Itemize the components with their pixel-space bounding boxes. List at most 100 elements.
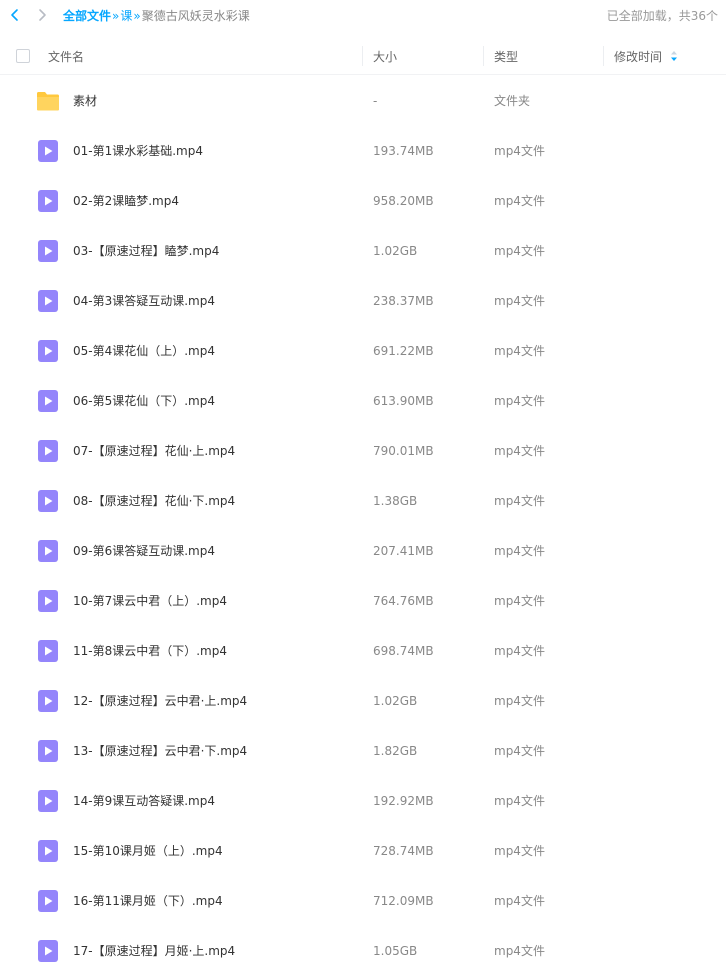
video-icon [36, 939, 60, 963]
file-name[interactable]: 05-第4课花仙（上）.mp4 [73, 326, 215, 376]
file-size: 728.74MB [373, 844, 434, 858]
file-row[interactable]: 09-第6课答疑互动课.mp4 207.41MB mp4文件 [0, 526, 726, 576]
file-type: mp4文件 [494, 694, 545, 708]
file-type: mp4文件 [494, 294, 545, 308]
file-type: mp4文件 [494, 644, 545, 658]
file-size: 712.09MB [373, 894, 434, 908]
video-icon [36, 489, 60, 513]
video-icon [36, 739, 60, 763]
file-size: - [373, 94, 378, 108]
video-icon [36, 339, 60, 363]
breadcrumb-folder[interactable]: 课 [120, 7, 132, 24]
file-size: 192.92MB [373, 794, 434, 808]
file-row[interactable]: 17-【原速过程】月姬·上.mp4 1.05GB mp4文件 [0, 926, 726, 976]
video-icon [36, 139, 60, 163]
file-size: 691.22MB [373, 344, 434, 358]
column-header-mtime-label: 修改时间 [614, 49, 663, 64]
file-name[interactable]: 16-第11课月姬（下）.mp4 [73, 876, 223, 926]
file-size: 1.82GB [373, 744, 418, 758]
breadcrumb-current: 聚德古风妖灵水彩课 [141, 9, 250, 23]
column-divider[interactable] [362, 46, 363, 66]
chevron-right-icon [39, 9, 46, 21]
file-name[interactable]: 12-【原速过程】云中君·上.mp4 [73, 676, 247, 726]
file-list: 素材 - 文件夹 01-第1课水彩基础.mp4 193.74MB mp4文件 02-第2课瞌… [0, 76, 726, 976]
video-icon [36, 539, 60, 563]
file-size: 613.90MB [373, 394, 434, 408]
video-icon [36, 239, 60, 263]
file-row[interactable]: 02-第2课瞌梦.mp4 958.20MB mp4文件 [0, 176, 726, 226]
file-row[interactable]: 14-第9课互动答疑课.mp4 192.92MB mp4文件 [0, 776, 726, 826]
video-icon [36, 839, 60, 863]
file-name[interactable]: 04-第3课答疑互动课.mp4 [73, 276, 215, 326]
file-row[interactable]: 08-【原速过程】花仙·下.mp4 1.38GB mp4文件 [0, 476, 726, 526]
file-name[interactable]: 10-第7课云中君（上）.mp4 [73, 576, 227, 626]
file-size: 764.76MB [373, 594, 434, 608]
file-name[interactable]: 11-第8课云中君（下）.mp4 [73, 626, 227, 676]
file-type: mp4文件 [494, 394, 545, 408]
file-name[interactable]: 17-【原速过程】月姬·上.mp4 [73, 926, 235, 976]
video-icon [36, 289, 60, 313]
video-icon [36, 639, 60, 663]
column-header-type[interactable]: 类型 [494, 38, 518, 74]
file-name[interactable]: 06-第5课花仙（下）.mp4 [73, 376, 215, 426]
video-icon [36, 589, 60, 613]
file-type: mp4文件 [494, 344, 545, 358]
file-name[interactable]: 07-【原速过程】花仙·上.mp4 [73, 426, 235, 476]
file-name[interactable]: 13-【原速过程】云中君·下.mp4 [73, 726, 247, 776]
top-bar: 全部文件 » 课 » 聚德古风妖灵水彩课 已全部加载，共36个 [0, 0, 726, 32]
select-all-checkbox[interactable] [16, 49, 30, 63]
file-name[interactable]: 09-第6课答疑互动课.mp4 [73, 526, 215, 576]
back-button[interactable] [4, 4, 26, 26]
video-icon [36, 689, 60, 713]
file-name[interactable]: 15-第10课月姬（上）.mp4 [73, 826, 223, 876]
breadcrumb-separator: » [133, 8, 141, 23]
file-row[interactable]: 05-第4课花仙（上）.mp4 691.22MB mp4文件 [0, 326, 726, 376]
file-name[interactable]: 02-第2课瞌梦.mp4 [73, 176, 179, 226]
file-type: mp4文件 [494, 194, 545, 208]
file-type: mp4文件 [494, 894, 545, 908]
file-row[interactable]: 15-第10课月姬（上）.mp4 728.74MB mp4文件 [0, 826, 726, 876]
file-row[interactable]: 06-第5课花仙（下）.mp4 613.90MB mp4文件 [0, 376, 726, 426]
file-size: 1.02GB [373, 694, 418, 708]
file-row[interactable]: 07-【原速过程】花仙·上.mp4 790.01MB mp4文件 [0, 426, 726, 476]
file-type: mp4文件 [494, 744, 545, 758]
forward-button[interactable] [31, 4, 53, 26]
file-name[interactable]: 08-【原速过程】花仙·下.mp4 [73, 476, 235, 526]
video-icon [36, 789, 60, 813]
column-header-size[interactable]: 大小 [373, 38, 397, 74]
file-name[interactable]: 03-【原速过程】瞌梦.mp4 [73, 226, 219, 276]
video-icon [36, 389, 60, 413]
file-size: 790.01MB [373, 444, 434, 458]
file-row[interactable]: 13-【原速过程】云中君·下.mp4 1.82GB mp4文件 [0, 726, 726, 776]
file-name[interactable]: 14-第9课互动答疑课.mp4 [73, 776, 215, 826]
column-divider[interactable] [483, 46, 484, 66]
file-type: mp4文件 [494, 544, 545, 558]
file-size: 1.05GB [373, 944, 418, 958]
file-type: mp4文件 [494, 494, 545, 508]
file-type: mp4文件 [494, 844, 545, 858]
column-divider[interactable] [603, 46, 604, 66]
file-row[interactable]: 11-第8课云中君（下）.mp4 698.74MB mp4文件 [0, 626, 726, 676]
column-header-mtime[interactable]: 修改时间 [614, 38, 678, 74]
breadcrumb-separator: » [112, 8, 120, 23]
file-row[interactable]: 10-第7课云中君（上）.mp4 764.76MB mp4文件 [0, 576, 726, 626]
file-row[interactable]: 12-【原速过程】云中君·上.mp4 1.02GB mp4文件 [0, 676, 726, 726]
file-type: mp4文件 [494, 144, 545, 158]
file-name[interactable]: 素材 [73, 76, 97, 126]
file-size: 238.37MB [373, 294, 434, 308]
column-header-name[interactable]: 文件名 [48, 38, 84, 74]
folder-icon [36, 89, 60, 113]
breadcrumb-root[interactable]: 全部文件 [63, 7, 111, 24]
file-row[interactable]: 04-第3课答疑互动课.mp4 238.37MB mp4文件 [0, 276, 726, 326]
video-icon [36, 189, 60, 213]
file-row[interactable]: 03-【原速过程】瞌梦.mp4 1.02GB mp4文件 [0, 226, 726, 276]
file-row[interactable]: 01-第1课水彩基础.mp4 193.74MB mp4文件 [0, 126, 726, 176]
file-row[interactable]: 素材 - 文件夹 [0, 76, 726, 126]
video-icon [36, 889, 60, 913]
file-type: mp4文件 [494, 594, 545, 608]
sort-desc-icon [670, 50, 678, 62]
file-name[interactable]: 01-第1课水彩基础.mp4 [73, 126, 203, 176]
chevron-left-icon [11, 9, 18, 21]
file-row[interactable]: 16-第11课月姬（下）.mp4 712.09MB mp4文件 [0, 876, 726, 926]
file-type: mp4文件 [494, 444, 545, 458]
